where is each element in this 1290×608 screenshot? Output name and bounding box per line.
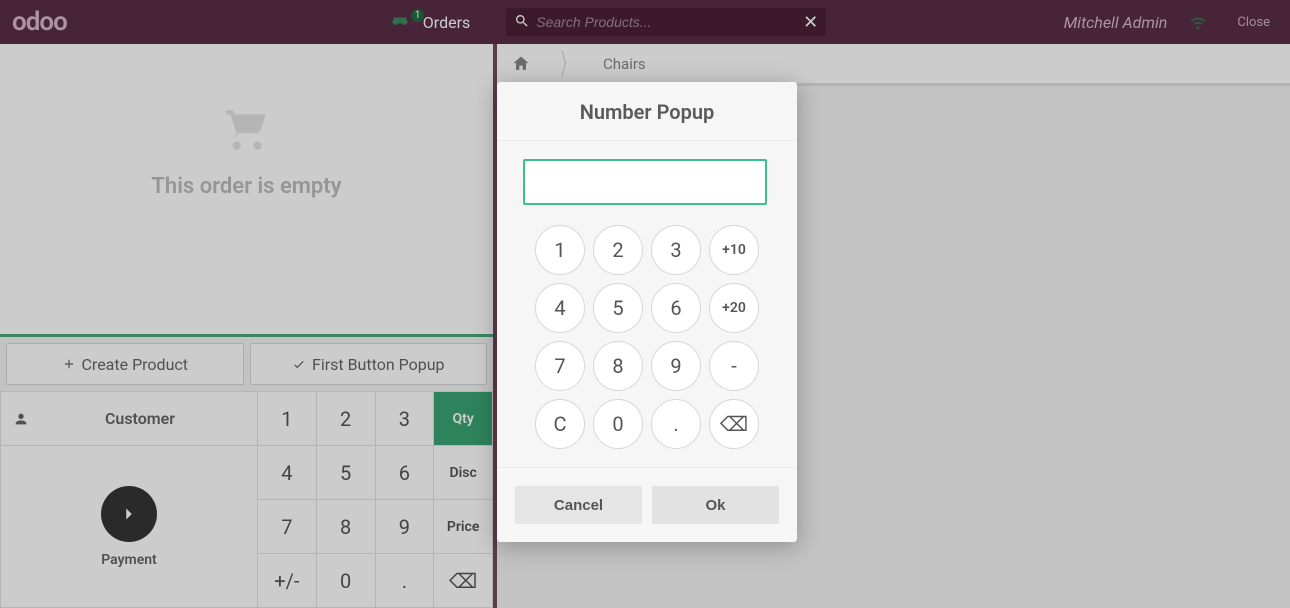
pp-dot[interactable]: . — [651, 399, 701, 449]
pp-backspace[interactable]: ⌫ — [709, 399, 759, 449]
pp-plus10[interactable]: +10 — [709, 225, 759, 275]
popup-footer: Cancel Ok — [497, 467, 797, 542]
popup-cancel-button[interactable]: Cancel — [515, 486, 642, 524]
popup-input[interactable] — [523, 159, 767, 205]
pp-clear[interactable]: C — [535, 399, 585, 449]
popup-keypad: 1 2 3 +10 4 5 6 +20 7 8 9 - C 0 . ⌫ — [523, 205, 771, 453]
pp-0[interactable]: 0 — [593, 399, 643, 449]
pp-5[interactable]: 5 — [593, 283, 643, 333]
pp-4[interactable]: 4 — [535, 283, 585, 333]
pp-7[interactable]: 7 — [535, 341, 585, 391]
pp-6[interactable]: 6 — [651, 283, 701, 333]
backspace-icon: ⌫ — [720, 412, 748, 436]
popup-title: Number Popup — [497, 82, 797, 141]
number-popup: Number Popup 1 2 3 +10 4 5 6 +20 7 8 9 -… — [497, 82, 797, 542]
pp-9[interactable]: 9 — [651, 341, 701, 391]
pp-minus[interactable]: - — [709, 341, 759, 391]
pp-2[interactable]: 2 — [593, 225, 643, 275]
pp-8[interactable]: 8 — [593, 341, 643, 391]
pp-1[interactable]: 1 — [535, 225, 585, 275]
pp-3[interactable]: 3 — [651, 225, 701, 275]
popup-ok-button[interactable]: Ok — [652, 486, 779, 524]
pp-plus20[interactable]: +20 — [709, 283, 759, 333]
